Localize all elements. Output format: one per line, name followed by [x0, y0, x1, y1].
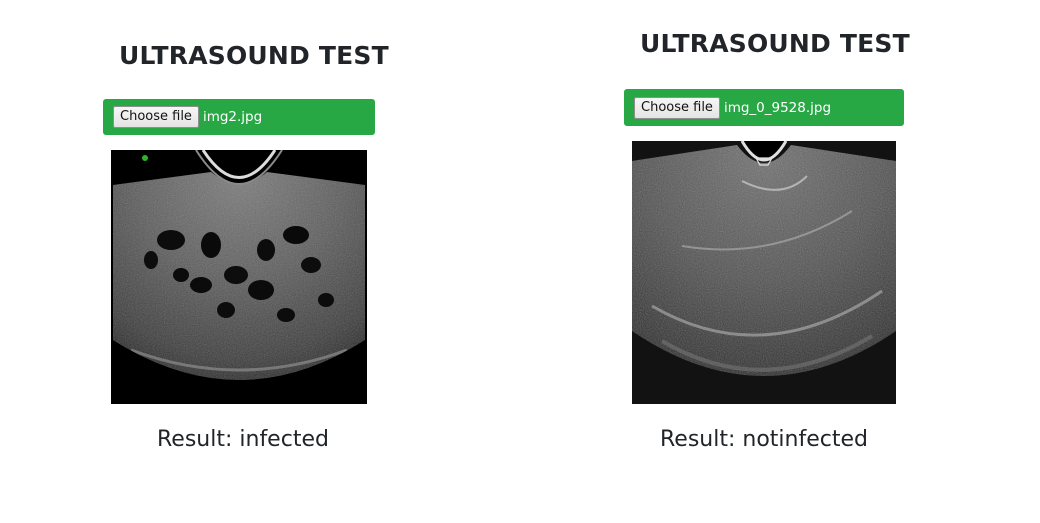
right-page-title: ULTRASOUND TEST — [640, 29, 910, 58]
right-ultrasound-image — [632, 141, 896, 404]
left-page-title: ULTRASOUND TEST — [119, 41, 389, 70]
right-choose-file-button[interactable]: Choose file — [634, 96, 720, 119]
right-file-name: img_0_9528.jpg — [723, 99, 832, 116]
right-result-text: Result: notinfected — [660, 427, 868, 452]
right-upload-bar: Choose file img_0_9528.jpg — [624, 89, 904, 126]
left-upload-bar: Choose file img2.jpg — [103, 99, 375, 135]
left-choose-file-button[interactable]: Choose file — [113, 106, 199, 128]
left-ultrasound-image — [111, 150, 367, 404]
left-file-name: img2.jpg — [202, 109, 263, 125]
left-result-text: Result: infected — [157, 427, 329, 452]
